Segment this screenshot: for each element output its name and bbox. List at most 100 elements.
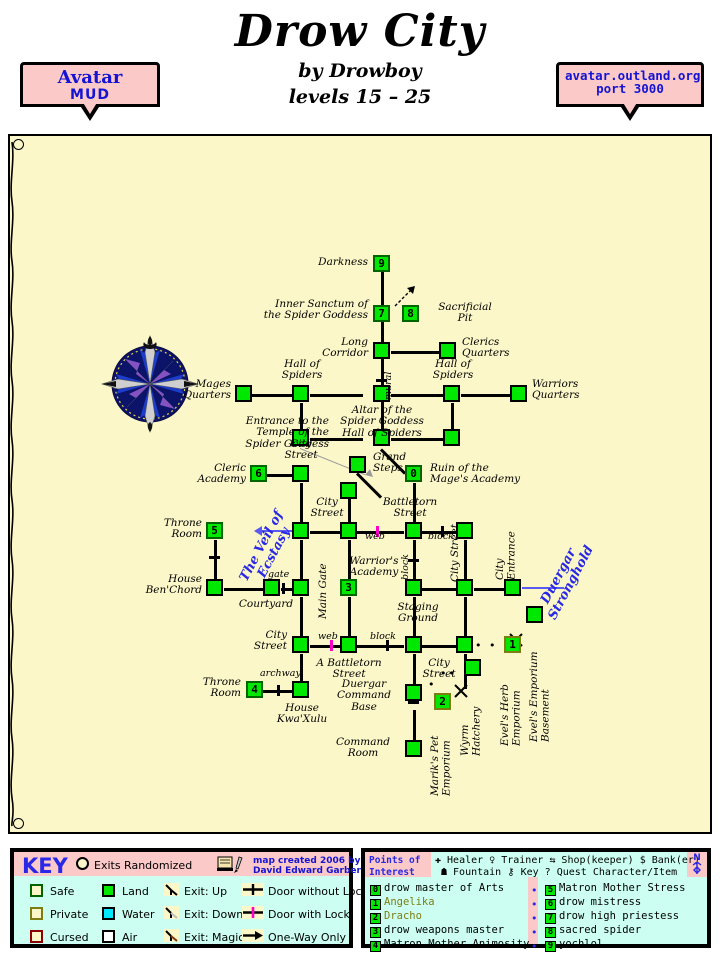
label-sacrificial-pit: Sacrificial Pit (438, 301, 492, 325)
water-swatch (102, 907, 115, 920)
room-city-street-center[interactable] (340, 522, 357, 539)
poi-label-3: drow weapons master (384, 924, 505, 936)
room-sacrificial-pit[interactable]: 8 (402, 305, 419, 322)
north-compass-icon: N (689, 854, 705, 877)
label-city-street-lower-east: City Street (422, 657, 456, 681)
link (461, 394, 511, 397)
door-without-lock (282, 583, 285, 594)
poi-item-9: 9 yochlol (545, 939, 603, 952)
poi-item-8: 8 sacred spider (545, 925, 641, 938)
room-throne-room-4[interactable]: 4 (246, 681, 263, 698)
room-city-street-lower-right[interactable] (456, 636, 473, 653)
label-city-entrance: City Entrance (494, 531, 518, 580)
poi-item-4: 4 Matron Mother Animosity (370, 939, 529, 952)
room-duergar-command-base[interactable] (405, 684, 422, 701)
poi-label-7: drow high priestess (559, 910, 680, 922)
room-mariks-pet-emporium[interactable]: 2 (434, 693, 451, 710)
room-hall-of-spiders-lower-east[interactable] (443, 429, 460, 446)
mud-name-line1: Avatar (57, 67, 123, 88)
poi-item-1: 1 Angelika (370, 897, 435, 910)
room-a-battletorn-street[interactable] (340, 636, 357, 653)
room-hall-of-spiders-east[interactable] (443, 385, 460, 402)
door-without-lock (277, 685, 280, 696)
room-grand-steps[interactable] (349, 456, 366, 473)
room-city-street-top[interactable] (292, 465, 309, 482)
room-hall-of-spiders-west[interactable] (292, 385, 309, 402)
banner-tail (619, 101, 641, 121)
room-inner-sanctum[interactable]: 7 (373, 305, 390, 322)
poi-label-5: Matron Mother Stress (559, 882, 686, 894)
label-mariks-pet-emporium: Marik's Pet Emporium (429, 735, 453, 796)
poi-label-9: yochlol (559, 938, 604, 950)
room-staging-ground[interactable] (405, 579, 422, 596)
points-of-interest-legend: Points of Interest ✚ Healer ♀ Trainer ⇆ … (361, 848, 711, 953)
safe-swatch (30, 884, 43, 897)
map-credit: map created 2006 by David Edward Garber (253, 856, 361, 877)
poi-label-4: Matron Mother Animosity (384, 938, 530, 950)
mud-name-banner: Avatar MUD (20, 62, 160, 121)
room-clerics-quarters[interactable] (439, 342, 456, 359)
cursed-label: Cursed (50, 931, 89, 944)
door-nolock-icon (242, 883, 264, 896)
poi-item-3: 3 drow weapons master (370, 925, 504, 938)
door-without-lock (408, 701, 419, 704)
room-warriors-quarters[interactable] (510, 385, 527, 402)
room-warriors-academy[interactable]: 3 (340, 579, 357, 596)
private-label: Private (50, 908, 89, 921)
air-label: Air (122, 931, 138, 944)
one-way-label: One-Way Only (268, 931, 347, 944)
edge-label-mural: mural (383, 371, 394, 400)
poi-item-2: 2 Dracho (370, 911, 422, 924)
room-city-street-lower[interactable] (292, 636, 309, 653)
edge-label-block-1: block (428, 531, 454, 542)
room-evels-herb-emporium[interactable]: 1 (504, 636, 521, 653)
label-duergar-command-base: Duergar Command Base (336, 678, 391, 713)
poi-item-5: 5 Matron Mother Stress (545, 883, 685, 896)
link (310, 394, 363, 397)
label-city-street-lower: City Street (253, 629, 287, 653)
label-command-room: Command Room (335, 736, 390, 760)
poi-label-2: Dracho (384, 910, 422, 922)
exit-down-label: Exit: Down (184, 908, 244, 921)
room-city-street-lower-east[interactable] (405, 636, 422, 653)
poi-label-6: drow mistress (559, 896, 642, 908)
private-swatch (30, 907, 43, 920)
room-cleric-academy[interactable]: 6 (250, 465, 267, 482)
room-main-gate[interactable] (292, 579, 309, 596)
one-way-icon (242, 929, 264, 942)
north-arrow-icon (692, 861, 702, 874)
label-throne-room-4: Throne Room (202, 676, 241, 700)
room-house-benchord[interactable] (206, 579, 223, 596)
poi-header-row-1: ✚ Healer ♀ Trainer ⇆ Shop(keeper) $ Bank… (435, 855, 700, 866)
poi-badge-0: 0 (370, 885, 381, 896)
poi-label-1: Angelika (384, 896, 435, 908)
server-port: port 3000 (596, 81, 664, 97)
room-command-room[interactable] (405, 740, 422, 757)
poi-label-0: drow master of Arts (384, 882, 505, 894)
room-mages-quarters[interactable] (235, 385, 252, 402)
label-hall-of-spiders-east: Hall of Spiders (432, 358, 474, 382)
door-nolock-label: Door without Lock (268, 885, 368, 898)
room-house-kwaxulu[interactable] (292, 681, 309, 698)
label-hall-of-spiders-west: Hall of Spiders (281, 358, 323, 382)
link (357, 645, 404, 648)
cursed-swatch (30, 930, 43, 943)
banner-tail (79, 101, 101, 121)
room-long-corridor[interactable] (373, 342, 390, 359)
land-swatch (102, 884, 115, 897)
land-label: Land (122, 885, 149, 898)
edge-label-web-lower: web (318, 631, 338, 642)
poi-badge-5: 5 (545, 885, 556, 896)
poi-separator-dots: • • • • • (531, 884, 540, 953)
poi-badge-9: 9 (545, 941, 556, 952)
poi-badge-1: 1 (370, 899, 381, 910)
air-swatch (102, 930, 115, 943)
label-cleric-academy: Cleric Academy (197, 462, 246, 486)
label-evels-emporium-basement: Evel's Emporium Basement (528, 651, 552, 742)
room-battletorn-street[interactable] (405, 522, 422, 539)
label-darkness: Darkness (318, 256, 368, 268)
room-city-entrance[interactable] (504, 579, 521, 596)
poi-badge-8: 8 (545, 927, 556, 938)
room-throne-room-5[interactable]: 5 (206, 522, 223, 539)
room-darkness[interactable]: 9 (373, 255, 390, 272)
